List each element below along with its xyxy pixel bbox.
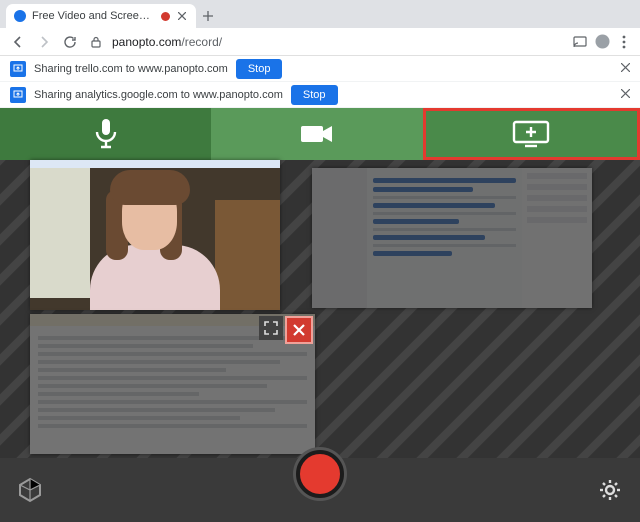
microphone-icon — [91, 117, 121, 151]
webcam-preview[interactable] — [30, 160, 280, 310]
new-tab-button[interactable] — [196, 4, 220, 28]
tab-favicon — [14, 10, 26, 22]
preview-area — [0, 160, 640, 462]
browser-menu-icon[interactable] — [616, 34, 632, 50]
tab-title: Free Video and Screen Reco — [32, 10, 155, 22]
browser-tab-strip: Free Video and Screen Reco — [0, 0, 640, 28]
cast-icon[interactable] — [572, 34, 588, 50]
stop-sharing-button[interactable]: Stop — [236, 59, 283, 79]
back-button[interactable] — [8, 32, 28, 52]
browser-toolbar: panopto.com/record/ — [0, 28, 640, 56]
video-source-button[interactable] — [211, 108, 422, 160]
close-infobar-icon[interactable] — [621, 89, 630, 101]
profile-avatar[interactable] — [594, 34, 610, 50]
remove-preview-button[interactable] — [285, 316, 313, 344]
share-screen-icon — [10, 87, 26, 103]
share-infobar: Sharing analytics.google.com to www.pano… — [0, 82, 640, 108]
url-host: panopto.com — [112, 35, 181, 49]
screen-preview[interactable] — [30, 314, 315, 454]
secure-site-icon[interactable] — [86, 32, 106, 52]
settings-button[interactable] — [596, 476, 624, 504]
source-ribbon — [0, 108, 640, 160]
share-screen-icon — [10, 61, 26, 77]
audio-source-button[interactable] — [0, 108, 211, 160]
screen-preview[interactable] — [312, 168, 592, 308]
close-icon — [292, 323, 306, 337]
record-button[interactable] — [296, 450, 344, 498]
address-bar[interactable]: panopto.com/record/ — [112, 35, 566, 49]
share-infobar-text: Sharing trello.com to www.panopto.com — [34, 63, 228, 75]
close-infobar-icon[interactable] — [621, 63, 630, 75]
gear-icon — [597, 477, 623, 503]
hexagon-logo-icon — [17, 477, 43, 503]
forward-button — [34, 32, 54, 52]
share-infobar: Sharing trello.com to www.panopto.com St… — [0, 56, 640, 82]
recorder-app — [0, 108, 640, 522]
url-path: /record/ — [181, 35, 222, 49]
recording-indicator-icon — [161, 12, 170, 21]
close-tab-icon[interactable] — [176, 10, 188, 22]
reload-button[interactable] — [60, 32, 80, 52]
expand-icon — [264, 321, 278, 335]
share-infobar-text: Sharing analytics.google.com to www.pano… — [34, 89, 283, 101]
stop-sharing-button[interactable]: Stop — [291, 85, 338, 105]
camera-icon — [299, 122, 335, 146]
panopto-logo[interactable] — [16, 476, 44, 504]
expand-preview-button[interactable] — [259, 316, 283, 340]
browser-tab[interactable]: Free Video and Screen Reco — [6, 4, 196, 28]
monitor-plus-icon — [511, 119, 551, 149]
screen-source-button[interactable] — [423, 108, 640, 160]
